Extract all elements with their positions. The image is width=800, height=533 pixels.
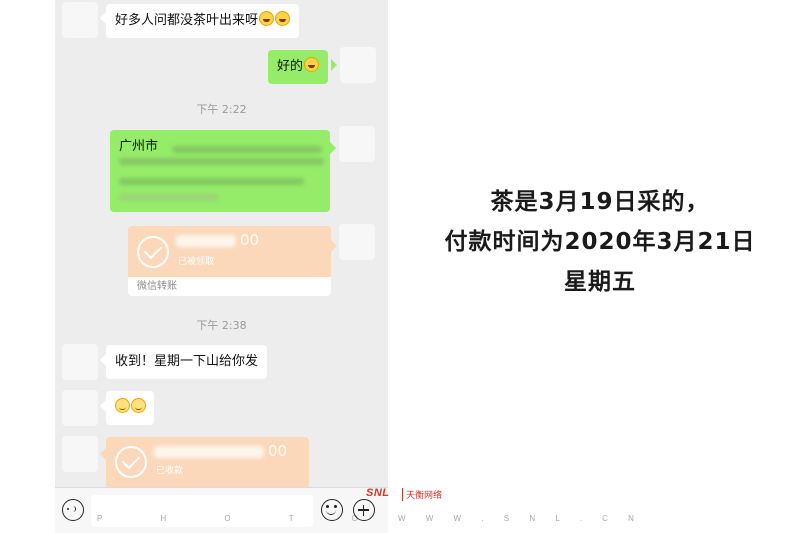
redacted-amount [176, 235, 236, 247]
grin-emoji-icon [275, 11, 291, 26]
photo-watermark-text: P H O T O B [97, 514, 388, 523]
caption-text-block: 茶是3月19日采的， 付款时间为2020年3月21日 星期五 [400, 182, 800, 302]
bubble-tail [331, 240, 337, 252]
watermark-logo: SNL [366, 487, 390, 499]
watermark-name: 天衡网络 [402, 488, 442, 501]
watermark-url: W W W . S N L . C N [398, 514, 643, 523]
check-circle-icon [137, 236, 169, 268]
incoming-message-bubble[interactable]: 好多人问都没茶叶出来呀 [106, 4, 300, 38]
incoming-emoji-bubble[interactable] [106, 391, 154, 425]
transfer-status: 已收款 [156, 466, 184, 476]
outgoing-message-bubble[interactable]: 好的 [268, 50, 329, 84]
transfer-amount: 00 [268, 442, 288, 460]
voice-icon[interactable] [62, 499, 84, 521]
message-text: 好多人问都没茶叶出来呀 [115, 13, 259, 28]
redacted-text [119, 158, 324, 165]
timestamp: 下午 2:38 [196, 319, 247, 332]
smile-emoji-icon [131, 398, 146, 413]
contact-avatar[interactable] [62, 2, 98, 38]
contact-avatar[interactable] [62, 344, 98, 380]
self-avatar[interactable] [339, 224, 375, 260]
self-avatar[interactable] [339, 126, 375, 162]
chat-screenshot: 好多人问都没茶叶出来呀 好的 下午 2:22 广州市 00 已被领取 微信转账 … [55, 0, 388, 533]
grin-emoji-icon [304, 57, 320, 72]
timestamp: 下午 2:22 [196, 103, 247, 116]
caption-line: 付款时间为2020年3月21日 [444, 229, 756, 255]
plus-icon[interactable] [353, 499, 375, 521]
transfer-status: 已被领取 [178, 257, 215, 267]
contact-avatar[interactable] [62, 436, 98, 472]
self-avatar[interactable] [340, 47, 376, 83]
bubble-tail [331, 59, 337, 71]
transfer-label: 微信转账 [128, 277, 331, 296]
message-text: 收到！星期一下山给你发 [115, 354, 259, 369]
outgoing-address-bubble[interactable]: 广州市 [110, 130, 330, 212]
transfer-amount: 00 [240, 231, 260, 249]
contact-avatar[interactable] [62, 390, 98, 426]
smile-emoji-icon [115, 398, 130, 413]
caption-line: 茶是3月19日采的， [490, 189, 710, 215]
chat-input-bar: P H O T O B [55, 487, 388, 533]
grin-emoji-icon [259, 11, 275, 26]
transfer-card[interactable]: 00 已被领取 微信转账 [128, 226, 331, 296]
redacted-text [172, 146, 322, 153]
check-circle-icon [115, 446, 147, 478]
caption-line: 星期五 [564, 269, 636, 295]
redacted-text [119, 178, 304, 185]
incoming-message-bubble[interactable]: 收到！星期一下山给你发 [106, 345, 268, 379]
redacted-amount [154, 446, 264, 458]
redacted-text [119, 194, 219, 201]
emoji-icon[interactable] [321, 499, 343, 521]
message-text: 好的 [277, 59, 304, 74]
bubble-tail [330, 142, 336, 154]
address-text: 广州市 [119, 139, 159, 154]
transfer-card[interactable]: 00 已收款 [106, 437, 309, 489]
